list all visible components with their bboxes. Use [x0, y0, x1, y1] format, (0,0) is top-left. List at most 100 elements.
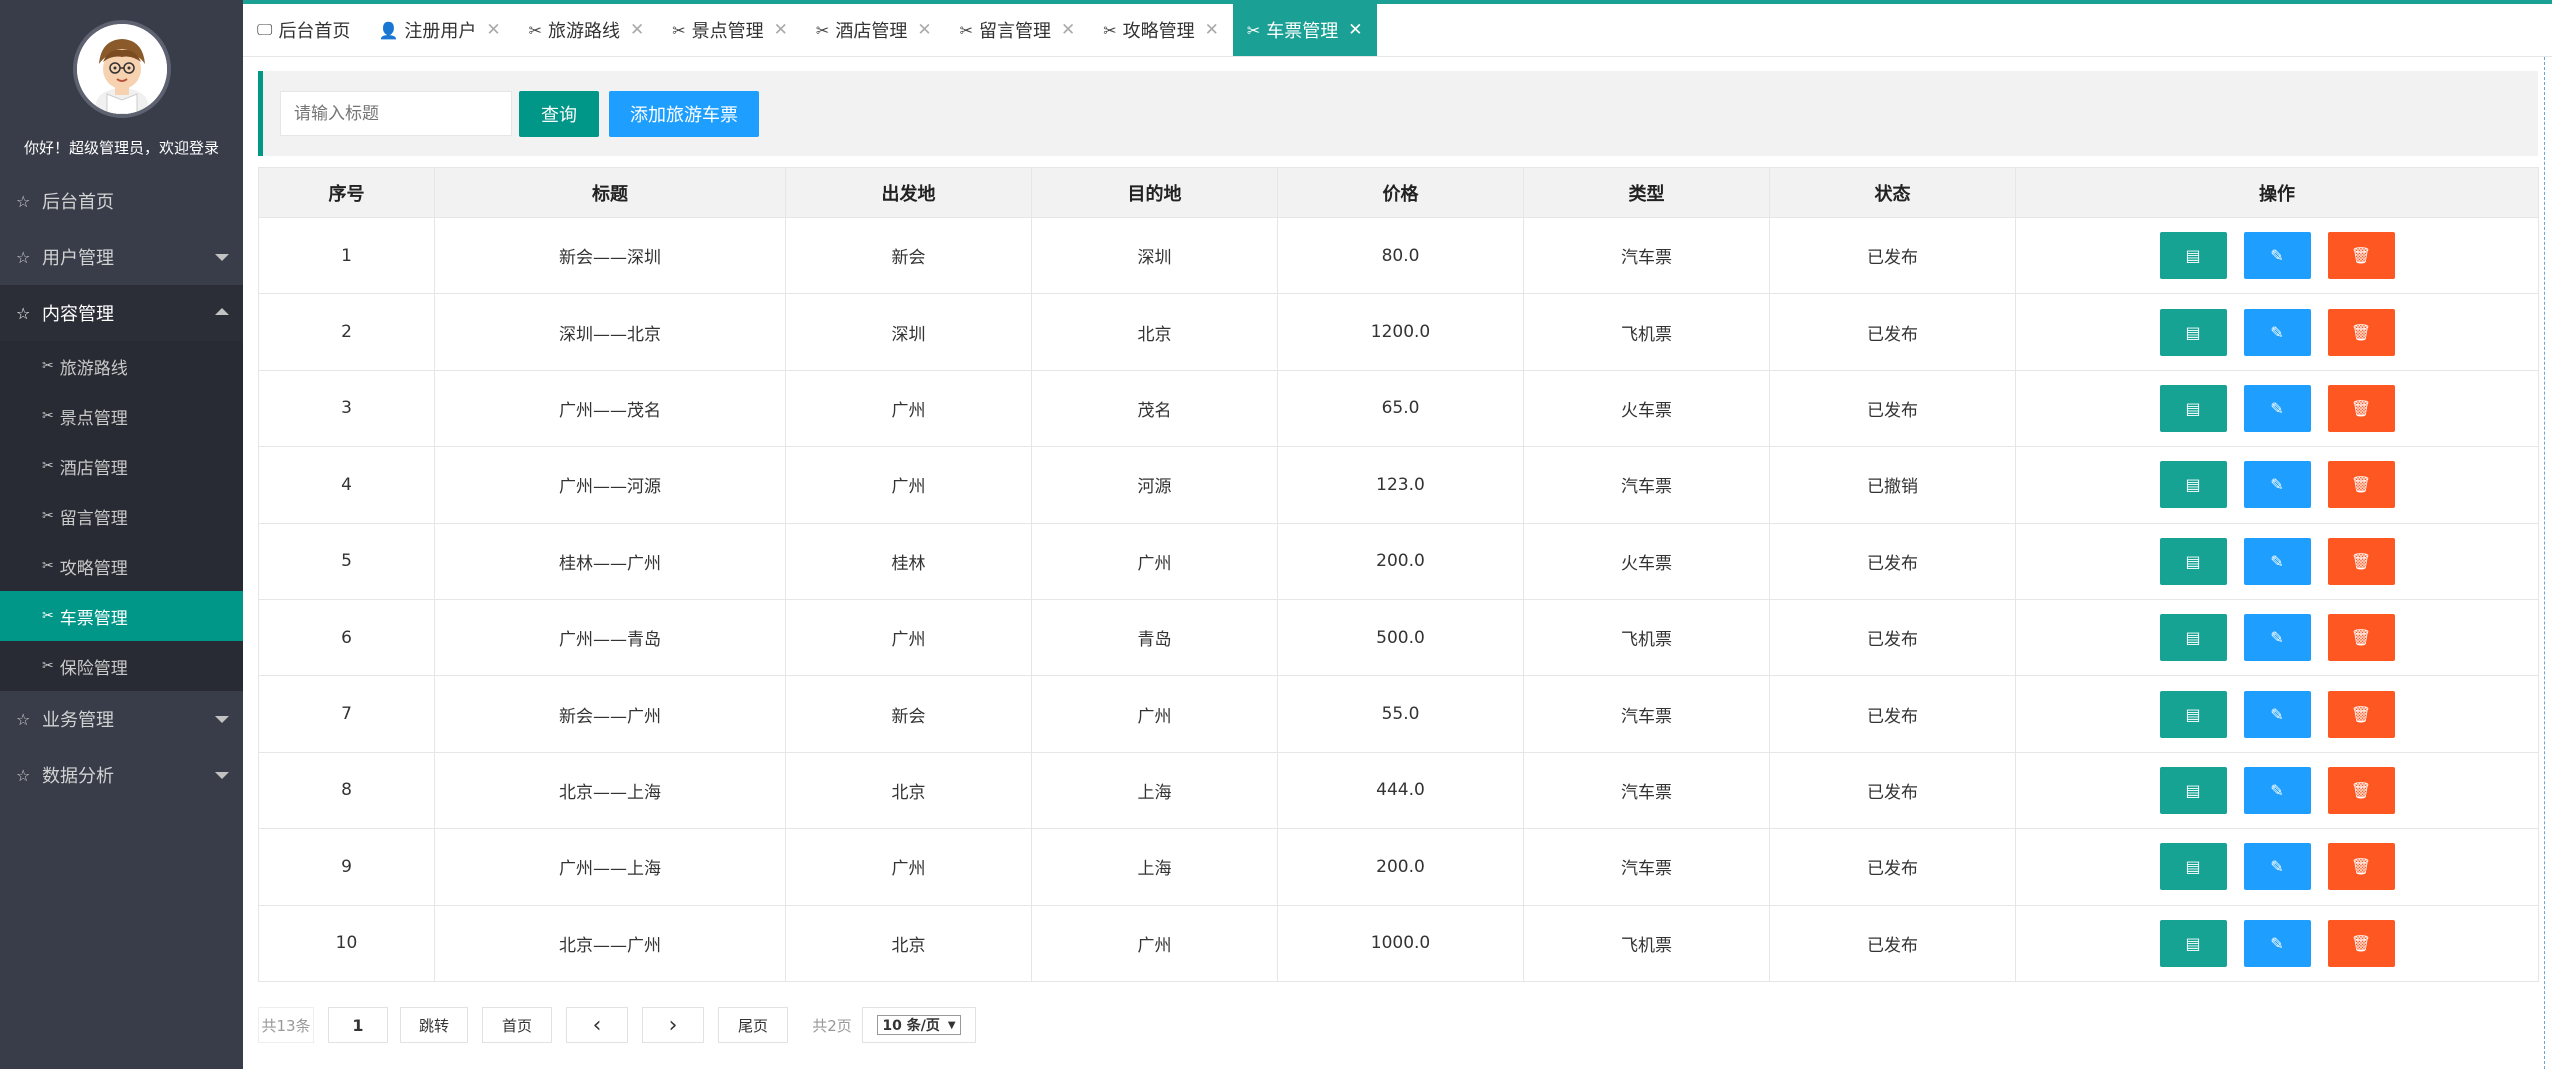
- view-button[interactable]: ▤: [2159, 766, 2227, 814]
- add-ticket-button[interactable]: 添加旅游车票: [609, 91, 759, 137]
- row-actions-group: ▤ ✎ 🗑: [2016, 843, 2538, 891]
- frame-edge-divider: [2544, 57, 2545, 1069]
- menu-item-label: 内容管理: [42, 304, 114, 325]
- search-input[interactable]: [280, 91, 512, 136]
- document-icon: ▤: [2185, 398, 2201, 418]
- edit-button[interactable]: ✎: [2243, 232, 2311, 280]
- delete-button[interactable]: 🗑: [2327, 614, 2395, 662]
- pencil-icon: ✎: [2270, 857, 2284, 877]
- menu-item-content[interactable]: ☆ 内容管理: [0, 285, 243, 341]
- trash-icon: 🗑: [2350, 322, 2372, 342]
- view-button[interactable]: ▤: [2159, 614, 2227, 662]
- edit-button[interactable]: ✎: [2243, 461, 2311, 509]
- row-origin: 新会: [785, 675, 1032, 753]
- tools-icon: ✂: [959, 20, 973, 40]
- submenu-item-routes[interactable]: ✂ 旅游路线: [0, 341, 243, 391]
- tab-tickets[interactable]: ✂ 车票管理 ✕: [1232, 4, 1377, 56]
- jump-button[interactable]: 跳转: [400, 1007, 468, 1043]
- row-origin: 广州: [785, 369, 1032, 448]
- row-destination: 上海: [1031, 751, 1278, 830]
- search-toolbar: 查询 添加旅游车票: [258, 71, 2538, 156]
- delete-button[interactable]: 🗑: [2327, 919, 2395, 967]
- pencil-icon: ✎: [2270, 246, 2284, 266]
- prev-page-button[interactable]: ‹: [566, 1007, 628, 1043]
- view-button[interactable]: ▤: [2159, 232, 2227, 280]
- table-row: 7 新会——广州 新会 广州 55.0 汽车票 已发布 ▤ ✎ 🗑: [258, 675, 2539, 753]
- view-button[interactable]: ▤: [2159, 308, 2227, 356]
- view-button[interactable]: ▤: [2159, 461, 2227, 509]
- submenu-item-insurance[interactable]: ✂ 保险管理: [0, 641, 243, 691]
- view-button[interactable]: ▤: [2159, 919, 2227, 967]
- view-button[interactable]: ▤: [2159, 690, 2227, 738]
- row-destination: 深圳: [1031, 216, 1278, 295]
- view-button[interactable]: ▤: [2159, 384, 2227, 432]
- row-status: 已发布: [1769, 522, 2016, 600]
- pencil-icon: ✎: [2270, 475, 2284, 495]
- close-icon[interactable]: ✕: [1205, 20, 1219, 40]
- close-icon[interactable]: ✕: [774, 20, 788, 40]
- view-button[interactable]: ▤: [2159, 537, 2227, 585]
- submenu-item-guides[interactable]: ✂ 攻略管理: [0, 541, 243, 591]
- row-price: 80.0: [1277, 216, 1524, 295]
- trash-icon: 🗑: [2350, 475, 2372, 495]
- edit-button[interactable]: ✎: [2243, 843, 2311, 891]
- tab-routes[interactable]: ✂ 旅游路线 ✕: [515, 4, 659, 56]
- page-size-select[interactable]: 10 条/页 ▼: [877, 1015, 961, 1035]
- close-icon[interactable]: ✕: [917, 20, 931, 40]
- last-page-button[interactable]: 尾页: [718, 1007, 788, 1043]
- edit-button[interactable]: ✎: [2243, 690, 2311, 738]
- menu-item-dashboard[interactable]: ☆ 后台首页: [0, 173, 243, 229]
- edit-button[interactable]: ✎: [2243, 384, 2311, 432]
- edit-button[interactable]: ✎: [2243, 537, 2311, 585]
- delete-button[interactable]: 🗑: [2327, 537, 2395, 585]
- row-price: 123.0: [1277, 446, 1524, 524]
- edit-button[interactable]: ✎: [2243, 919, 2311, 967]
- row-price: 200.0: [1277, 828, 1524, 906]
- row-actions-group: ▤ ✎ 🗑: [2016, 537, 2538, 585]
- query-button[interactable]: 查询: [519, 91, 599, 137]
- tab-messages[interactable]: ✂ 留言管理 ✕: [946, 4, 1090, 56]
- delete-button[interactable]: 🗑: [2327, 384, 2395, 432]
- avatar[interactable]: [73, 20, 171, 118]
- close-icon[interactable]: ✕: [1348, 20, 1362, 40]
- edit-button[interactable]: ✎: [2243, 308, 2311, 356]
- submenu-item-messages[interactable]: ✂ 留言管理: [0, 491, 243, 541]
- edit-button[interactable]: ✎: [2243, 614, 2311, 662]
- tab-scenic[interactable]: ✂ 景点管理 ✕: [658, 4, 802, 56]
- menu-item-analytics[interactable]: ☆ 数据分析: [0, 747, 243, 803]
- tools-icon: ✂: [672, 20, 686, 40]
- side-menu: ☆ 后台首页 ☆ 用户管理 ☆ 内容管理 ✂ 旅游路线 ✂ 景点管理 ✂ 酒店管…: [0, 173, 243, 803]
- delete-button[interactable]: 🗑: [2327, 766, 2395, 814]
- view-button[interactable]: ▤: [2159, 843, 2227, 891]
- row-price: 55.0: [1277, 675, 1524, 753]
- submenu-item-scenic[interactable]: ✂ 景点管理: [0, 391, 243, 441]
- submenu-item-tickets[interactable]: ✂ 车票管理: [0, 591, 243, 641]
- document-icon: ▤: [2185, 933, 2201, 953]
- tab-registered-users[interactable]: 👤 注册用户 ✕: [364, 4, 514, 56]
- delete-button[interactable]: 🗑: [2327, 232, 2395, 280]
- row-actions-group: ▤ ✎ 🗑: [2016, 308, 2538, 356]
- row-actions: ▤ ✎ 🗑: [2015, 369, 2539, 448]
- menu-item-business[interactable]: ☆ 业务管理: [0, 691, 243, 747]
- tab-dashboard[interactable]: 🖵 后台首页: [243, 4, 364, 56]
- row-actions: ▤ ✎ 🗑: [2015, 522, 2539, 600]
- menu-item-users[interactable]: ☆ 用户管理: [0, 229, 243, 285]
- row-status: 已撤销: [1769, 446, 2016, 524]
- delete-button[interactable]: 🗑: [2327, 843, 2395, 891]
- next-page-button[interactable]: ›: [642, 1007, 704, 1043]
- caret-down-icon: [215, 772, 229, 779]
- tab-guides[interactable]: ✂ 攻略管理 ✕: [1089, 4, 1233, 56]
- delete-button[interactable]: 🗑: [2327, 461, 2395, 509]
- delete-button[interactable]: 🗑: [2327, 308, 2395, 356]
- submenu-item-hotels[interactable]: ✂ 酒店管理: [0, 441, 243, 491]
- first-page-button[interactable]: 首页: [482, 1007, 552, 1043]
- tools-icon: ✂: [42, 558, 54, 574]
- close-icon[interactable]: ✕: [630, 20, 644, 40]
- delete-button[interactable]: 🗑: [2327, 690, 2395, 738]
- tab-hotels[interactable]: ✂ 酒店管理 ✕: [802, 4, 946, 56]
- trash-icon: 🗑: [2350, 551, 2372, 571]
- page-number-input[interactable]: 1: [328, 1007, 388, 1043]
- edit-button[interactable]: ✎: [2243, 766, 2311, 814]
- close-icon[interactable]: ✕: [1061, 20, 1075, 40]
- close-icon[interactable]: ✕: [486, 20, 500, 40]
